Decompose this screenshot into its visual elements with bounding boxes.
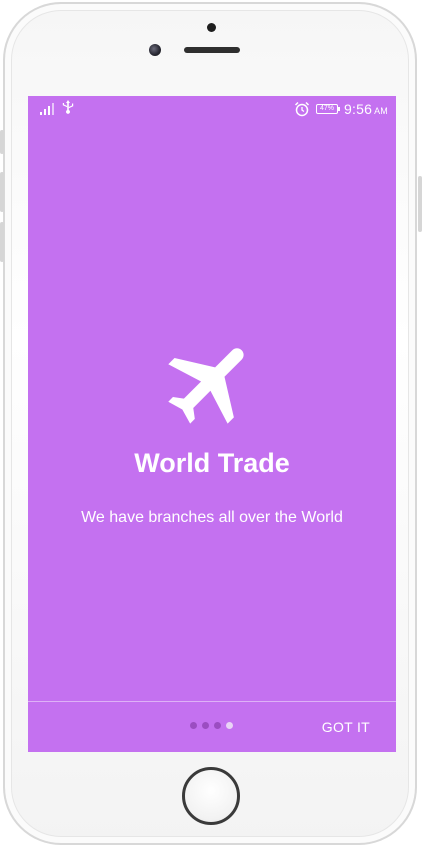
front-camera — [149, 44, 161, 56]
clock-time: 9:56 — [344, 101, 373, 117]
got-it-button[interactable]: GOT IT — [322, 719, 370, 735]
volume-down-button — [0, 222, 4, 262]
page-dot-1[interactable] — [190, 722, 197, 729]
page-dot-4-active[interactable] — [226, 722, 233, 729]
onboarding-title: World Trade — [134, 448, 290, 478]
page-indicator — [190, 722, 233, 729]
status-bar-right: 47% 9:56 AM — [294, 100, 388, 118]
phone-frame: 47% 9:56 AM World Trade We have branches … — [0, 0, 422, 849]
page-dot-2[interactable] — [202, 722, 209, 729]
usb-icon — [62, 100, 74, 114]
power-button — [418, 176, 422, 232]
status-bar-left — [40, 100, 74, 115]
page-dot-3[interactable] — [214, 722, 221, 729]
mute-switch — [0, 130, 4, 154]
volume-up-button — [0, 172, 4, 212]
app-screen: 47% 9:56 AM World Trade We have branches … — [28, 96, 396, 752]
earpiece-speaker — [184, 47, 240, 53]
clock-ampm: AM — [374, 106, 388, 116]
status-bar: 47% 9:56 AM — [28, 96, 396, 122]
battery-icon: 47% — [316, 104, 341, 114]
battery-level: 47% — [320, 105, 335, 112]
signal-icon — [40, 103, 54, 115]
alarm-icon — [295, 101, 310, 117]
airplane-icon — [156, 330, 268, 436]
proximity-sensor — [207, 23, 216, 32]
onboarding-subtitle: We have branches all over the World — [81, 509, 343, 526]
home-button[interactable] — [182, 767, 240, 825]
status-clock: 9:56 AM — [344, 101, 388, 117]
footer-divider — [28, 701, 396, 702]
